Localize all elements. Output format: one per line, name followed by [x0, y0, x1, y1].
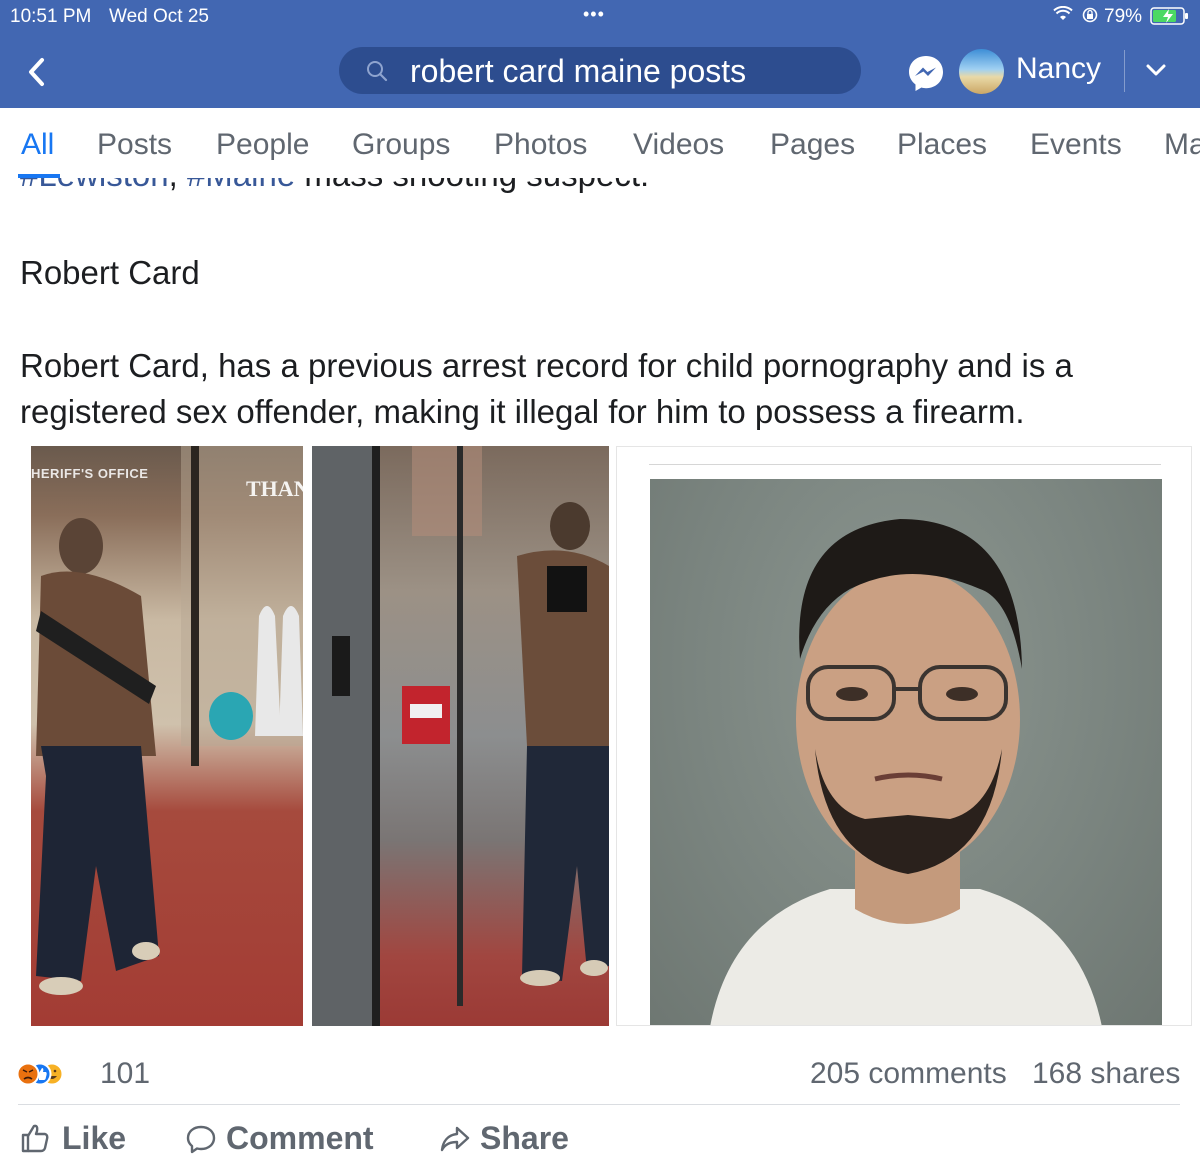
share-label: Share	[480, 1120, 569, 1156]
search-icon	[367, 61, 388, 82]
post-title: Robert Card	[20, 254, 200, 291]
tab-more[interactable]: Ma	[1164, 128, 1200, 162]
search-query[interactable]: robert card maine posts	[410, 53, 746, 90]
tab-videos[interactable]: Videos	[633, 128, 724, 162]
post-photo-mugshot[interactable]	[616, 446, 1192, 1026]
top-header: 10:51 PM Wed Oct 25 ••• 79% robert card …	[0, 0, 1200, 108]
actions-divider	[18, 1104, 1180, 1105]
shares-count[interactable]: 168 shares	[1032, 1057, 1180, 1091]
header-divider	[1124, 50, 1125, 92]
post-photo-surveillance-2[interactable]	[312, 446, 609, 1026]
search-filter-tabs: All Posts People Groups Photos Videos Pa…	[0, 108, 1200, 178]
status-date: Wed Oct 25	[109, 6, 209, 27]
chevron-down-icon[interactable]	[1145, 62, 1167, 78]
wifi-icon	[1053, 6, 1073, 20]
mugshot-image	[650, 479, 1162, 1025]
tab-people[interactable]: People	[216, 128, 309, 162]
like-label: Like	[62, 1120, 127, 1156]
user-name[interactable]: Nancy	[1016, 52, 1101, 86]
status-bar: 10:51 PM Wed Oct 25 ••• 79%	[0, 0, 1200, 32]
post-photo-surveillance-1[interactable]: HERIFF'S OFFICE THAN	[31, 446, 303, 1026]
mugshot-figure	[710, 519, 1102, 1025]
like-button[interactable]: Like	[20, 1120, 130, 1160]
tab-groups[interactable]: Groups	[352, 128, 450, 162]
photo-divider	[649, 464, 1161, 465]
surveillance-figure-2	[312, 446, 609, 1026]
share-button[interactable]: Share	[440, 1120, 580, 1160]
reactions-icon[interactable]	[18, 1058, 62, 1090]
comments-count[interactable]: 205 comments	[810, 1057, 1007, 1091]
post-body: Robert Card, has a previous arrest recor…	[20, 347, 1073, 430]
comment-bubble-icon	[186, 1125, 216, 1154]
tab-posts[interactable]: Posts	[97, 128, 172, 162]
active-tab-indicator	[18, 174, 60, 178]
comment-button[interactable]: Comment	[186, 1120, 386, 1160]
tab-pages[interactable]: Pages	[770, 128, 855, 162]
tab-places[interactable]: Places	[897, 128, 987, 162]
comment-label: Comment	[226, 1120, 374, 1156]
orientation-lock-icon	[1082, 7, 1098, 23]
battery-charging-icon	[1150, 7, 1188, 25]
like-thumb-icon	[21, 1124, 49, 1153]
tab-events[interactable]: Events	[1030, 128, 1122, 162]
battery-percent: 79%	[1104, 6, 1143, 27]
avatar[interactable]	[959, 49, 1004, 94]
tab-all[interactable]: All	[21, 128, 54, 162]
reaction-count[interactable]: 101	[100, 1057, 150, 1091]
share-arrow-icon	[440, 1126, 470, 1152]
back-chevron-icon[interactable]	[22, 54, 52, 90]
search-bar[interactable]: robert card maine posts	[339, 47, 861, 94]
photo-sign-text: THAN	[246, 476, 303, 501]
status-time: 10:51 PM	[10, 6, 92, 27]
messenger-icon[interactable]	[906, 53, 946, 93]
tab-photos[interactable]: Photos	[494, 128, 587, 162]
multitasking-dots-icon[interactable]: •••	[583, 4, 605, 25]
surveillance-figure-1	[36, 446, 303, 995]
